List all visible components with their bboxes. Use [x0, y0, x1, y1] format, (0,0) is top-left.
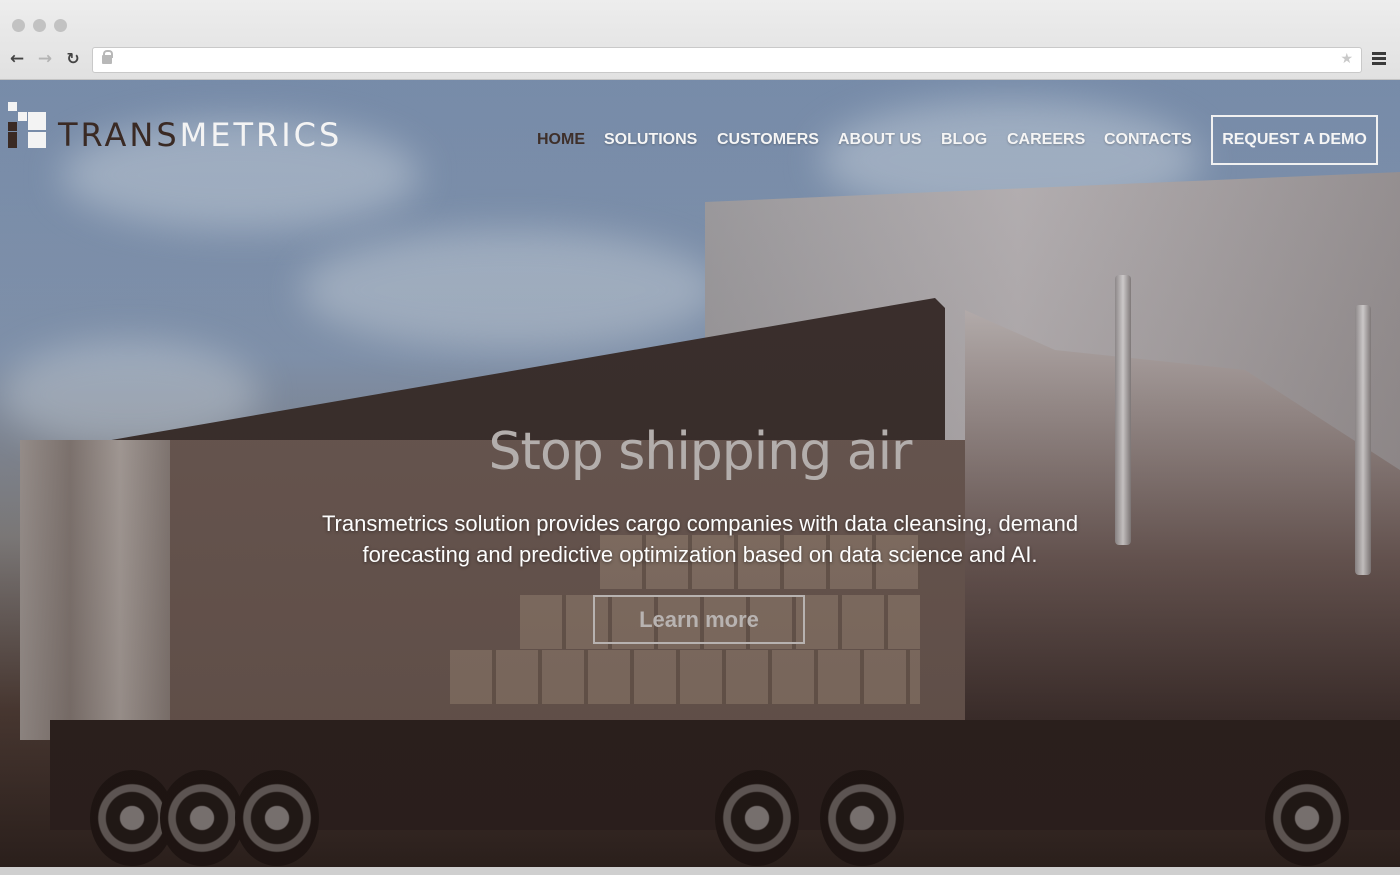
lock-icon — [102, 50, 113, 64]
logo-text-metrics: METRICS — [179, 116, 343, 154]
nav-customers[interactable]: CUSTOMERS — [717, 130, 819, 150]
window-minimize-dot[interactable] — [33, 19, 46, 32]
hero-subtitle-line: forecasting and predictive optimization … — [362, 542, 1038, 567]
menu-bar — [1372, 52, 1386, 55]
nav-blog[interactable]: BLOG — [941, 130, 987, 150]
hamburger-menu-icon[interactable] — [1372, 52, 1386, 66]
hero-title: Stop shipping air — [488, 422, 913, 482]
window-close-dot[interactable] — [12, 19, 25, 32]
window-bottom-border — [0, 867, 1400, 875]
window-zoom-dot[interactable] — [54, 19, 67, 32]
back-arrow-icon[interactable]: ← — [6, 48, 28, 70]
site-logo[interactable]: TRANSMETRICS — [8, 102, 348, 152]
nav-solutions[interactable]: SOLUTIONS — [604, 130, 697, 150]
hero-subtitle: Transmetrics solution provides cargo com… — [250, 508, 1150, 570]
logo-text-trans: TRANS — [58, 116, 180, 154]
browser-toolbar: ← → ↻ ★ — [0, 42, 1400, 78]
hero-subtitle-line: Transmetrics solution provides cargo com… — [321, 511, 1079, 536]
browser-chrome: ← → ↻ ★ — [0, 0, 1400, 80]
url-input[interactable] — [121, 48, 1321, 72]
star-icon[interactable]: ★ — [1340, 51, 1353, 67]
learn-more-button[interactable]: Learn more — [593, 595, 805, 644]
menu-bar — [1372, 57, 1386, 60]
nav-home[interactable]: HOME — [537, 130, 585, 150]
forward-arrow-icon[interactable]: → — [34, 48, 56, 70]
window-titlebar — [0, 6, 1400, 42]
nav-careers[interactable]: CAREERS — [1007, 130, 1085, 150]
logo-wordmark: TRANSMETRICS — [58, 118, 342, 152]
nav-about-us[interactable]: ABOUT US — [838, 130, 922, 150]
logo-mark-icon — [8, 102, 48, 150]
nav-contacts[interactable]: CONTACTS — [1104, 130, 1192, 150]
hero-section: TRANSMETRICS HOME SOLUTIONS CUSTOMERS AB… — [0, 80, 1400, 867]
address-bar[interactable]: ★ — [92, 47, 1362, 73]
reload-icon[interactable]: ↻ — [62, 48, 84, 70]
request-demo-button[interactable]: REQUEST A DEMO — [1211, 115, 1378, 165]
menu-bar — [1372, 62, 1386, 65]
